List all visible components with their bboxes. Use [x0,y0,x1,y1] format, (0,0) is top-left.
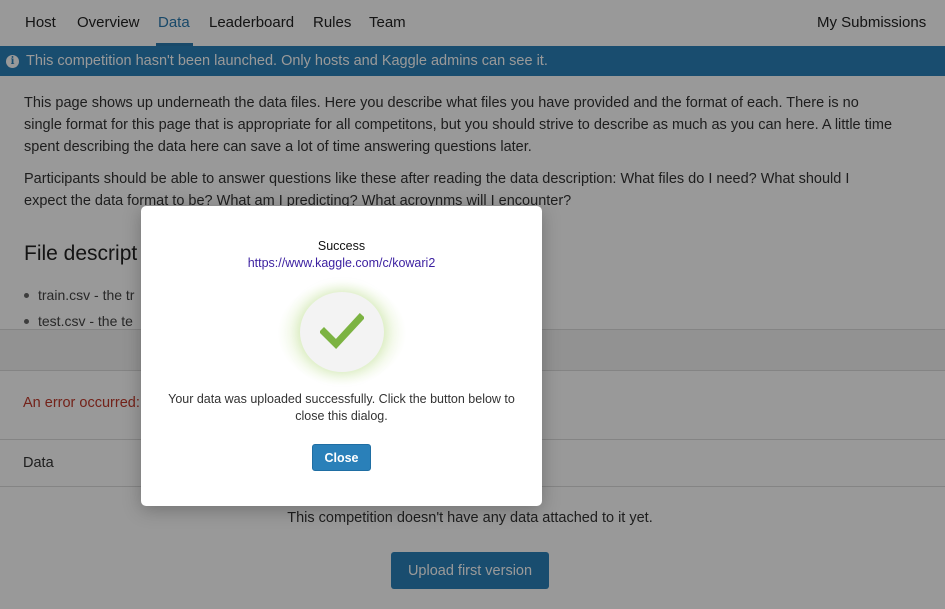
close-button[interactable]: Close [312,444,371,471]
checkmark-icon [300,292,384,372]
success-dialog: Success https://www.kaggle.com/c/kowari2… [141,206,542,506]
dialog-message: Your data was uploaded successfully. Cli… [168,392,515,423]
competition-url-link[interactable]: https://www.kaggle.com/c/kowari2 [141,256,542,270]
dialog-title: Success [317,239,366,253]
